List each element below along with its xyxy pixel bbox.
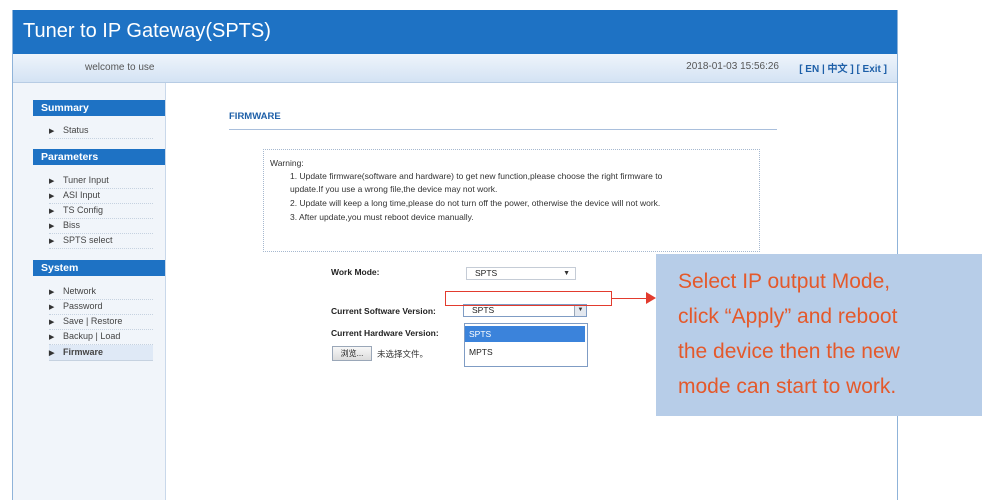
sidebar-section-summary: Summary xyxy=(33,100,165,116)
sidebar-item-ts-config[interactable]: ▶ TS Config xyxy=(49,203,153,219)
annotation-arrow-line xyxy=(612,298,650,299)
warning-line: update.If you use a wrong file,the devic… xyxy=(290,184,498,194)
sidebar-item-label: SPTS select xyxy=(63,235,113,245)
sidebar: Summary ▶ Status Parameters ▶ Tuner Input … xyxy=(13,83,166,500)
software-version-value: SPTS xyxy=(472,305,495,315)
warning-heading: Warning: xyxy=(270,158,304,168)
triangle-right-icon: ▶ xyxy=(49,350,55,357)
sidebar-item-firmware[interactable]: ▶ Firmware xyxy=(49,345,153,361)
sidebar-item-backup-load[interactable]: ▶ Backup | Load xyxy=(49,329,153,345)
sidebar-item-label: Firmware xyxy=(63,347,104,357)
triangle-right-icon: ▶ xyxy=(49,238,55,245)
sidebar-item-password[interactable]: ▶ Password xyxy=(49,299,153,315)
language-switcher: [ EN | 中文 ] [ Exit ] xyxy=(799,60,887,75)
sidebar-item-status[interactable]: ▶ Status xyxy=(49,123,153,139)
datetime-text: 2018-01-03 15:56:26 xyxy=(686,61,779,72)
sidebar-item-spts-select[interactable]: ▶ SPTS select xyxy=(49,233,153,249)
callout-line: mode can start to work. xyxy=(678,375,897,398)
sidebar-item-label: Network xyxy=(63,286,97,296)
browse-button[interactable]: 浏览... xyxy=(332,346,372,361)
sidebar-item-network[interactable]: ▶ Network xyxy=(49,284,153,300)
sidebar-item-label: TS Config xyxy=(63,205,104,215)
welcome-text: welcome to use xyxy=(85,62,155,73)
work-mode-label: Work Mode: xyxy=(331,267,380,277)
sidebar-item-label: Backup | Load xyxy=(63,331,121,341)
callout-line: click “Apply” and reboot xyxy=(678,305,898,328)
app-title: Tuner to IP Gateway(SPTS) xyxy=(23,20,271,42)
sidebar-item-label: Biss xyxy=(63,220,81,230)
lang-cn-link[interactable]: 中文 ] xyxy=(828,64,854,75)
chevron-down-icon: ▼ xyxy=(563,270,570,277)
callout-box: Select IP output Mode, click “Apply” and… xyxy=(656,254,982,416)
chevron-down-icon[interactable]: ▼ xyxy=(574,305,586,316)
exit-link[interactable]: [ Exit ] xyxy=(856,64,887,75)
status-bar: welcome to use 2018-01-03 15:56:26 [ EN … xyxy=(13,54,897,83)
sidebar-item-label: Save | Restore xyxy=(63,316,123,326)
work-mode-value: SPTS xyxy=(475,268,498,278)
triangle-right-icon: ▶ xyxy=(49,223,55,230)
lang-en-link[interactable]: [ EN | xyxy=(799,64,825,75)
warning-line: 1. Update firmware(software and hardware… xyxy=(290,171,663,181)
sidebar-section-system: System xyxy=(33,260,165,276)
sidebar-item-label: ASI Input xyxy=(63,190,101,200)
sidebar-item-tuner-input[interactable]: ▶ Tuner Input xyxy=(49,173,153,189)
warning-box: Warning: 1. Update firmware(software and… xyxy=(263,149,760,252)
warning-line: 2. Update will keep a long time,please d… xyxy=(290,198,661,208)
callout-line: Select IP output Mode, xyxy=(678,270,891,293)
software-version-label: Current Software Version: xyxy=(331,306,436,316)
arrow-right-icon xyxy=(646,292,656,304)
software-version-dropdown: SPTS MPTS xyxy=(464,323,588,367)
title-bar: Tuner to IP Gateway(SPTS) xyxy=(13,10,897,54)
triangle-right-icon: ▶ xyxy=(49,304,55,311)
page-title: FIRMWARE xyxy=(229,111,281,122)
sidebar-item-asi-input[interactable]: ▶ ASI Input xyxy=(49,188,153,204)
sidebar-section-parameters: Parameters xyxy=(33,149,165,165)
triangle-right-icon: ▶ xyxy=(49,289,55,296)
triangle-right-icon: ▶ xyxy=(49,334,55,341)
annotation-highlight-box xyxy=(445,291,612,306)
sidebar-item-save-restore[interactable]: ▶ Save | Restore xyxy=(49,314,153,330)
warning-line: 3. After update,you must reboot device m… xyxy=(290,212,474,222)
sidebar-item-label: Tuner Input xyxy=(63,175,109,185)
work-mode-select[interactable]: SPTS ▼ xyxy=(466,267,576,280)
triangle-right-icon: ▶ xyxy=(49,178,55,185)
sidebar-item-label: Status xyxy=(63,125,89,135)
hardware-version-label: Current Hardware Version: xyxy=(331,328,439,338)
dropdown-option-mpts[interactable]: MPTS xyxy=(465,344,585,360)
triangle-right-icon: ▶ xyxy=(49,208,55,215)
sidebar-item-label: Password xyxy=(63,301,103,311)
title-divider xyxy=(229,129,777,130)
triangle-right-icon: ▶ xyxy=(49,319,55,326)
callout-line: the device then the new xyxy=(678,340,900,363)
sidebar-item-biss[interactable]: ▶ Biss xyxy=(49,218,153,234)
no-file-text: 未选择文件。 xyxy=(377,349,429,359)
triangle-right-icon: ▶ xyxy=(49,193,55,200)
triangle-right-icon: ▶ xyxy=(49,128,55,135)
dropdown-option-spts[interactable]: SPTS xyxy=(465,326,585,342)
